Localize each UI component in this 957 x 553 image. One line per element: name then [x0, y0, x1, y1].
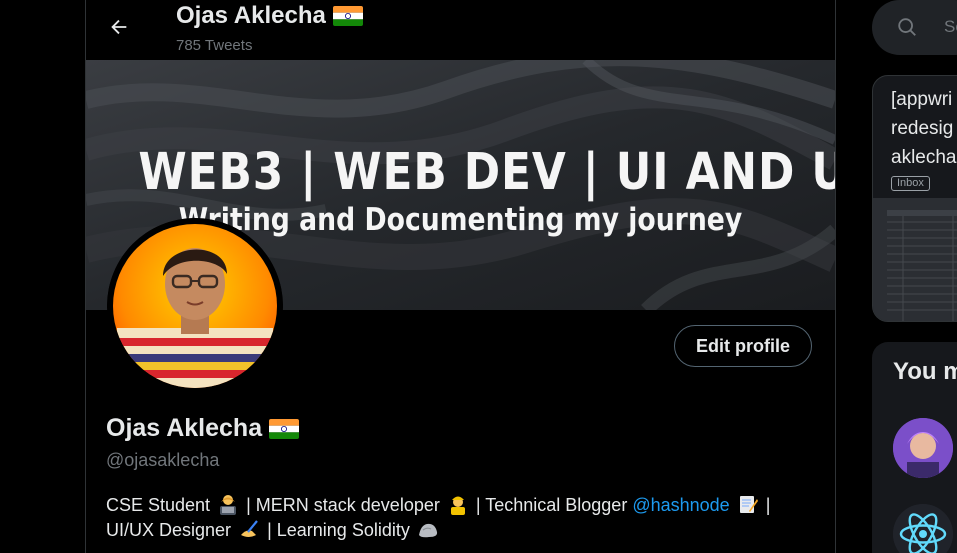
writing-hand-emoji-icon: [238, 518, 260, 540]
bio-text: CSE Student: [106, 495, 211, 515]
who-to-follow-title: You m: [893, 358, 957, 385]
header-title: Ojas Aklecha: [176, 2, 363, 30]
search-icon: [898, 18, 916, 36]
banner-title: WEB3 | WEB DEV | UI AND UX: [138, 143, 835, 202]
bio-text: |: [765, 495, 771, 515]
profile-handle: @ojasaklecha: [106, 450, 220, 470]
profile-name-text: Ojas Aklecha: [106, 414, 263, 442]
page: Ojas Aklecha 785 Tweets WEB3 | WEB DEV |…: [0, 0, 957, 553]
india-flag-icon: [269, 418, 300, 439]
profile-column: Ojas Aklecha 785 Tweets WEB3 | WEB DEV |…: [85, 0, 836, 553]
rock-emoji-icon: [417, 518, 439, 540]
bio-text: | Learning Solidity: [267, 520, 410, 540]
card-text: redesig: [891, 118, 954, 139]
search-placeholder: Se: [944, 17, 957, 36]
bio-text: | MERN stack developer: [246, 495, 440, 515]
bio-text: UI/UX Designer: [106, 520, 232, 540]
edit-profile-button[interactable]: Edit profile: [674, 325, 812, 367]
back-button[interactable]: [100, 8, 138, 46]
profile-bio: CSE Student | MERN stack developer | Tec…: [106, 493, 816, 543]
react-logo-icon[interactable]: [893, 504, 953, 553]
bio-text: | Technical Blogger: [475, 495, 628, 515]
hashnode-mention-link[interactable]: @hashnode: [632, 495, 729, 515]
inbox-badge: Inbox: [891, 176, 930, 191]
who-to-follow-card: You m: [872, 342, 957, 553]
profile-name: Ojas Aklecha: [106, 414, 300, 443]
notification-card[interactable]: [appwri redesig aklecha Inbox: [872, 75, 957, 322]
technologist-emoji-icon: [217, 493, 239, 515]
email-preview-thumbnail: [873, 198, 957, 321]
arrow-left-icon: [111, 19, 127, 35]
search-box[interactable]: Se: [872, 0, 957, 55]
header-name: Ojas Aklecha: [176, 2, 326, 29]
profile-avatar[interactable]: [107, 218, 283, 394]
profile-header-bar: Ojas Aklecha 785 Tweets: [86, 0, 835, 60]
card-text: [appwri: [891, 89, 953, 110]
memo-emoji-icon: [737, 493, 759, 515]
india-flag-icon: [332, 6, 363, 26]
tweet-count: 785 Tweets: [176, 37, 253, 54]
construction-worker-emoji-icon: [447, 493, 469, 515]
suggested-user-avatar[interactable]: [893, 418, 953, 478]
card-text: aklecha: [891, 147, 957, 168]
